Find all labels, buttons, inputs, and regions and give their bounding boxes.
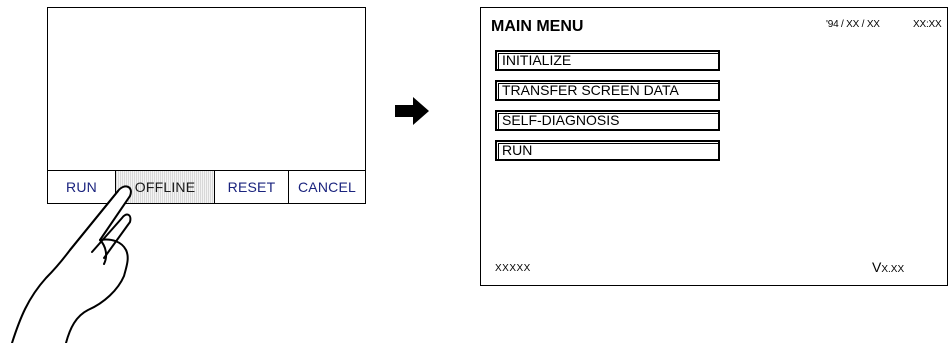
pointing-hand-icon — [11, 185, 132, 343]
footer-info: XXXXX — [495, 263, 531, 274]
time-display: XX:XX — [913, 19, 942, 30]
date-display: '94 / XX / XX — [826, 19, 880, 30]
menu-item-initialize[interactable]: INITIALIZE — [495, 50, 720, 71]
menu-title: MAIN MENU — [491, 18, 584, 35]
menu-item-self-diagnosis[interactable]: SELF-DIAGNOSIS — [495, 110, 720, 131]
reset-button[interactable]: RESET — [215, 171, 289, 203]
menu-item-transfer-screen-data[interactable]: TRANSFER SCREEN DATA — [495, 80, 720, 101]
offline-panel-screen: RUN OFFLINE RESET CANCEL — [47, 7, 366, 204]
main-menu-screen: MAIN MENU '94 / XX / XX XX:XX INITIALIZE… — [480, 7, 948, 286]
screen-display-area — [48, 8, 365, 172]
menu-item-run[interactable]: RUN — [495, 140, 720, 161]
version-prefix: V — [872, 259, 882, 275]
version-value: X.XX — [881, 264, 905, 275]
version-label: VX.XX — [872, 259, 904, 275]
cancel-button[interactable]: CANCEL — [289, 171, 365, 203]
arrow-right-icon — [395, 97, 429, 125]
